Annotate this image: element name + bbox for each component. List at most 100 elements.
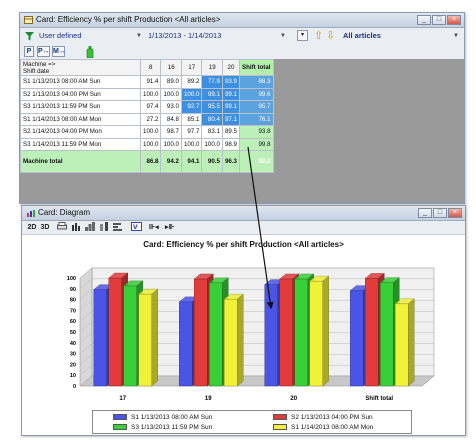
bar (350, 290, 364, 387)
column-header[interactable]: 17 (180, 59, 203, 76)
table-cell[interactable]: 99.1 (201, 87, 223, 101)
minimize-button[interactable]: _ (418, 208, 432, 218)
view-p-swap-button[interactable]: P↔ (37, 46, 50, 57)
row-label[interactable]: S1 1/13/2013 08:00 AM Sun (20, 75, 141, 89)
y-tick-label: 100 (67, 276, 76, 282)
table-cell[interactable]: 89.2 (180, 75, 203, 89)
shift-total-cell[interactable]: 99.6 (238, 87, 274, 101)
filter-icon[interactable] (25, 28, 34, 44)
shift-total-cell[interactable]: 99.8 (238, 137, 274, 151)
table-cell[interactable]: 94.2 (160, 150, 182, 173)
shift-total-cell[interactable]: 88.3 (238, 75, 274, 89)
table-cell[interactable]: 100.0 (139, 87, 162, 101)
row-label[interactable]: S1 1/14/2013 08:00 AM Mon (20, 112, 141, 126)
dropdown-toggle-button[interactable]: ▾ (297, 30, 308, 41)
table-cell[interactable]: 93.9 (221, 75, 240, 89)
table-cell[interactable]: 95.5 (201, 100, 223, 114)
maximize-button[interactable]: □ (432, 15, 446, 25)
date-range-select[interactable]: 1/13/2013 - 1/14/2013 (148, 28, 221, 44)
row-label[interactable]: S2 1/13/2013 04:00 PM Sun (20, 87, 141, 101)
shift-total-cell[interactable]: 95.7 (238, 100, 274, 114)
grand-total-cell[interactable]: 92.2 (238, 150, 274, 173)
filter-mode-label[interactable]: User defined (39, 28, 82, 44)
table-cell[interactable]: 77.9 (201, 75, 223, 89)
view-m-swap-button[interactable]: M↔ (52, 46, 66, 57)
table-cell[interactable]: 100.0 (160, 137, 182, 151)
table-cell[interactable]: 98.9 (221, 137, 240, 151)
table-cell[interactable]: 100.0 (201, 137, 223, 151)
view-2d-button[interactable]: 2D (26, 222, 38, 233)
column-header[interactable]: 16 (160, 59, 182, 76)
close-button[interactable]: × (447, 15, 461, 25)
table-cell[interactable]: 97.4 (139, 100, 162, 114)
column-header[interactable]: 19 (201, 59, 223, 76)
prev-page-icon[interactable]: ⊪◂ (149, 222, 159, 233)
legend-label: S1 1/14/2013 08:00 AM Mon (291, 424, 374, 431)
table-cell[interactable]: 93.0 (160, 100, 182, 114)
value-labels-icon[interactable]: V (131, 222, 142, 233)
card2-titlebar[interactable]: Card: Diagram _ □ × (22, 206, 465, 221)
shift-total-header[interactable]: Shift total (238, 59, 274, 76)
view-p-button[interactable]: P (24, 46, 34, 57)
table-cell[interactable]: 83.1 (201, 125, 223, 139)
chevron-down-icon[interactable]: ▼ (280, 28, 286, 44)
table-cell[interactable]: 97.7 (180, 125, 203, 139)
column-header[interactable]: 20 (221, 59, 240, 76)
maximize-button[interactable]: □ (433, 208, 447, 218)
table-cell[interactable]: 90.5 (201, 150, 223, 173)
table-cell[interactable]: 27.2 (139, 112, 162, 126)
table-cell[interactable]: 98.7 (160, 125, 182, 139)
table-cell[interactable]: 80.4 (201, 112, 223, 126)
bar-chart: 0 10 20 30 40 50 60 70 80 90 100 17 19 20 Shift total (67, 267, 435, 402)
table-row[interactable]: S3 1/13/2013 11:59 PM Sun 97.4 93.0 92.7 95.… (20, 100, 274, 114)
table-row[interactable]: S3 1/14/2013 11:59 PM Mon 100.0 100.0 100.0… (20, 137, 274, 151)
shift-total-cell[interactable]: 93.8 (238, 125, 274, 139)
table-cell[interactable]: 85.1 (180, 112, 203, 126)
bar-chart-icon[interactable] (71, 222, 81, 233)
minimize-button[interactable]: _ (417, 15, 431, 25)
x-tick-label: 20 (290, 396, 297, 402)
table-cell[interactable]: 89.5 (221, 125, 240, 139)
table-cell[interactable]: 96.3 (221, 150, 240, 173)
table-cell[interactable]: 84.8 (160, 112, 182, 126)
arrow-down-icon[interactable]: ⇩ (326, 28, 335, 44)
table-row[interactable]: S2 1/14/2013 04:00 PM Mon 100.0 98.7 97.7 83… (20, 125, 274, 139)
table-cell[interactable]: 100.0 (180, 87, 203, 101)
chevron-down-icon[interactable]: ▼ (453, 28, 459, 44)
shift-total-cell[interactable]: 76.1 (238, 112, 274, 126)
table-row[interactable]: S1 1/14/2013 08:00 AM Mon 27.2 84.8 85.1 80.… (20, 112, 274, 126)
view-3d-button[interactable]: 3D (39, 222, 51, 233)
row-label[interactable]: S3 1/13/2013 11:59 PM Sun (20, 100, 141, 114)
arrow-up-icon[interactable]: ⇧ (314, 28, 323, 44)
table-row[interactable]: S2 1/13/2013 04:00 PM Sun 100.0 100.0 100.0… (20, 87, 274, 101)
table-cell[interactable]: 100.0 (180, 137, 203, 151)
row-label[interactable]: S3 1/14/2013 11:59 PM Mon (20, 137, 141, 151)
bar (365, 278, 379, 387)
next-page-icon[interactable]: ▸⊪ (165, 222, 175, 233)
table-cell[interactable]: 86.8 (139, 150, 162, 173)
column-chart-icon[interactable] (85, 222, 95, 233)
table-cell[interactable]: 92.7 (180, 100, 203, 114)
table-cell[interactable]: 99.1 (221, 100, 240, 114)
view-icon-bar: P P↔ M↔ (20, 44, 464, 59)
table-cell[interactable]: 100.0 (139, 125, 162, 139)
table-cell[interactable]: 100.0 (160, 87, 182, 101)
row-label[interactable]: S2 1/14/2013 04:00 PM Mon (20, 125, 141, 139)
bar (108, 277, 122, 387)
table-cell[interactable]: 89.0 (160, 75, 182, 89)
print-icon[interactable] (57, 222, 67, 233)
horizontal-bar-icon[interactable] (113, 222, 123, 233)
legend-item: S1 1/14/2013 08:00 AM Mon (273, 424, 373, 432)
table-cell[interactable]: 94.1 (180, 150, 203, 173)
article-filter-select[interactable]: All articles (343, 28, 381, 44)
close-button[interactable]: × (448, 208, 462, 218)
table-cell[interactable]: 100.0 (139, 137, 162, 151)
table-row[interactable]: S1 1/13/2013 08:00 AM Sun 91.4 89.0 89.2 77.… (20, 75, 274, 89)
table-cell[interactable]: 91.4 (139, 75, 162, 89)
stacked-chart-icon[interactable] (99, 222, 109, 233)
column-header[interactable]: 8 (139, 59, 162, 76)
table-cell[interactable]: 99.1 (221, 87, 240, 101)
chevron-down-icon[interactable]: ▼ (136, 28, 142, 44)
card1-titlebar[interactable]: Card: Efficiency % per shift Production … (20, 13, 464, 28)
table-cell[interactable]: 97.1 (221, 112, 240, 126)
